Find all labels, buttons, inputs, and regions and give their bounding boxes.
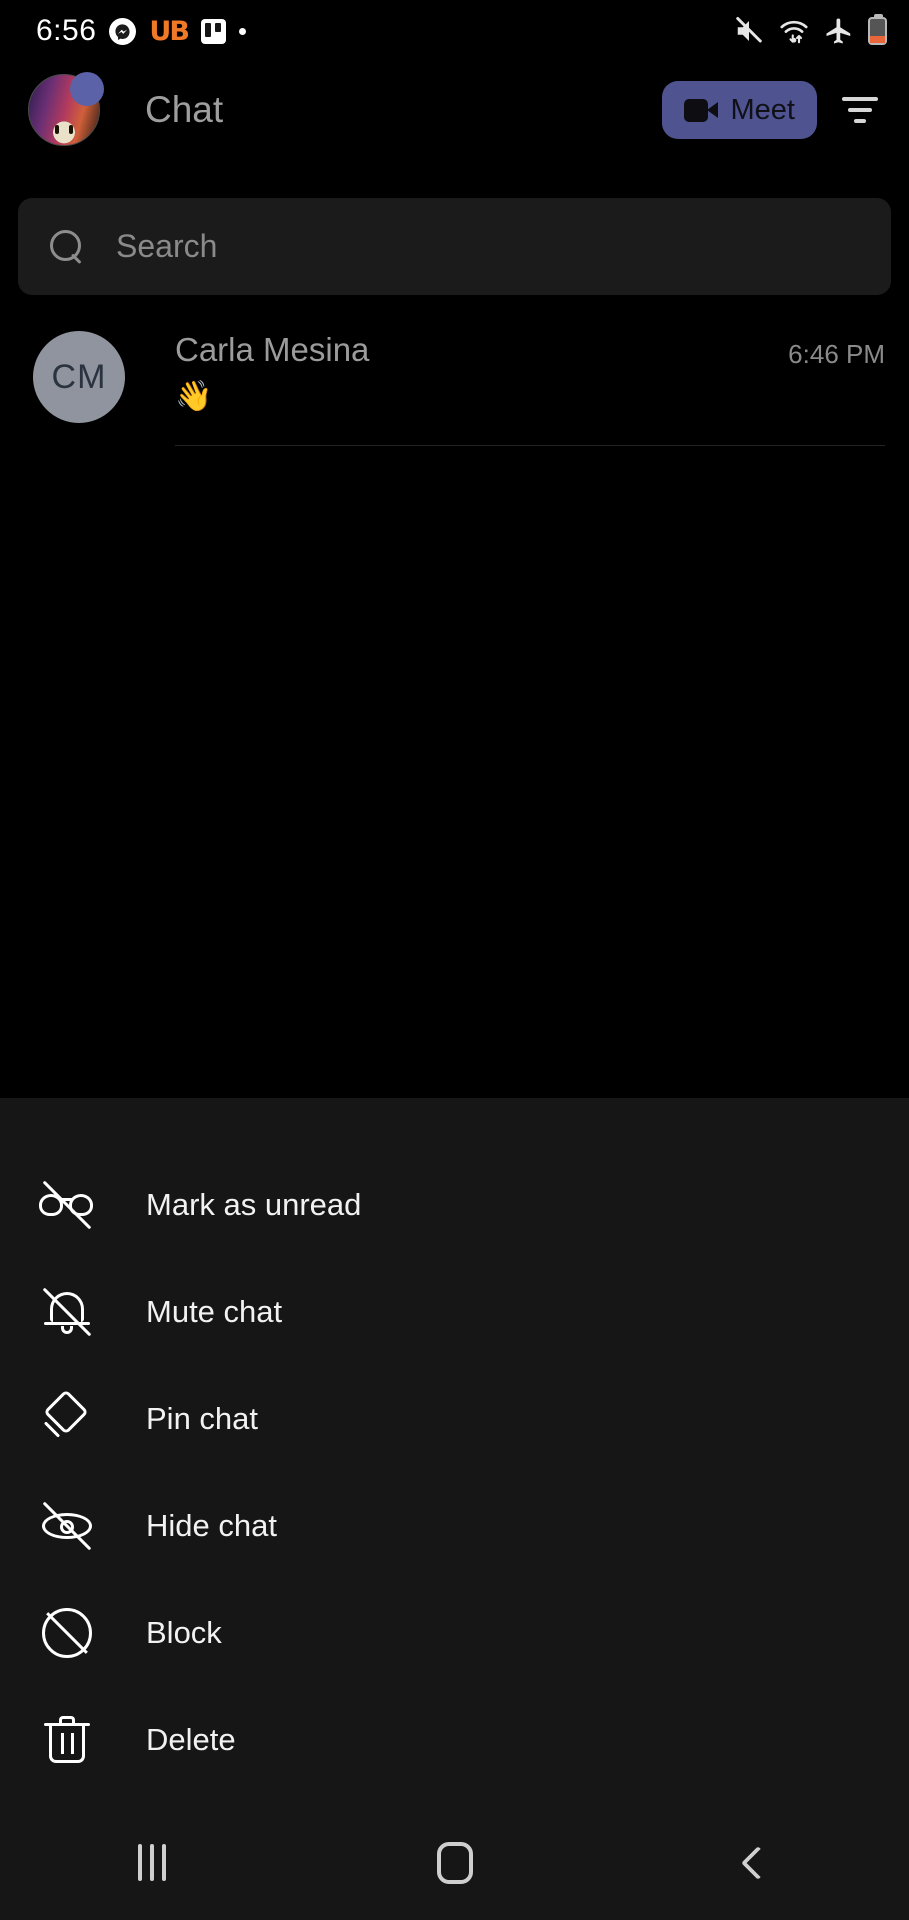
wifi-icon <box>780 20 808 44</box>
list-divider <box>175 445 885 446</box>
chat-contact-name: Carla Mesina <box>175 331 370 368</box>
status-time: 6:56 <box>36 14 97 47</box>
home-button[interactable] <box>303 1805 606 1920</box>
menu-item-label: Block <box>146 1614 222 1650</box>
context-menu-sheet: Mark as unread Mute chat Pin chat Hide c… <box>0 1098 909 1805</box>
mute-icon <box>736 17 762 43</box>
avatar-status-badge <box>70 72 104 106</box>
android-nav-bar <box>0 1805 909 1920</box>
messenger-icon <box>109 17 137 45</box>
chat-timestamp: 6:46 PM <box>788 339 885 369</box>
menu-item-label: Mark as unread <box>146 1186 362 1222</box>
status-bar-right <box>734 14 887 46</box>
status-bar: 6:56 UB <box>0 0 909 62</box>
menu-item-label: Delete <box>146 1721 236 1757</box>
chat-item-header: Carla Mesina 6:46 PM <box>175 331 885 370</box>
airplane-mode-icon <box>826 18 851 44</box>
video-camera-icon <box>683 98 718 122</box>
profile-avatar[interactable] <box>28 72 104 146</box>
menu-item-delete[interactable]: Delete <box>0 1686 909 1793</box>
recents-button[interactable] <box>0 1805 303 1920</box>
meet-button[interactable]: Meet <box>661 81 817 139</box>
menu-item-label: Mute chat <box>146 1293 283 1329</box>
back-button[interactable] <box>606 1805 909 1920</box>
glasses-off-icon <box>38 1176 96 1234</box>
dot-icon <box>238 27 246 35</box>
menu-item-hide-chat[interactable]: Hide chat <box>0 1472 909 1579</box>
chat-message-preview: 👋 <box>175 379 213 414</box>
menu-item-pin-chat[interactable]: Pin chat <box>0 1365 909 1472</box>
menu-item-mute-chat[interactable]: Mute chat <box>0 1258 909 1365</box>
search-placeholder: Search <box>116 228 218 264</box>
search-input[interactable]: Search <box>18 198 891 295</box>
battery-icon <box>868 14 887 45</box>
filter-icon[interactable] <box>829 79 891 141</box>
ub-app-icon: UB <box>149 15 189 47</box>
menu-item-label: Pin chat <box>146 1400 259 1436</box>
menu-item-mark-as-unread[interactable]: Mark as unread <box>0 1151 909 1258</box>
page-title: Chat <box>145 89 224 130</box>
recents-icon <box>137 1844 166 1881</box>
block-icon <box>38 1604 96 1662</box>
menu-item-label: Hide chat <box>146 1507 277 1543</box>
trash-icon <box>38 1711 96 1769</box>
avatar[interactable]: CM <box>33 331 125 423</box>
bell-off-icon <box>38 1283 96 1341</box>
meet-button-label: Meet <box>730 93 795 126</box>
status-bar-left: 6:56 UB <box>36 14 246 48</box>
trello-icon <box>200 18 226 44</box>
back-chevron-icon <box>740 1845 775 1880</box>
search-icon <box>50 229 84 264</box>
chat-list: CM Carla Mesina 6:46 PM 👋 <box>0 313 909 446</box>
eye-off-icon <box>38 1497 96 1555</box>
avatar-initials: CM <box>51 357 107 396</box>
pin-icon <box>38 1388 96 1448</box>
menu-item-block[interactable]: Block <box>0 1579 909 1686</box>
chat-item-content: Carla Mesina 6:46 PM 👋 <box>175 331 909 446</box>
chat-list-item[interactable]: CM Carla Mesina 6:46 PM 👋 <box>0 313 909 446</box>
phone-screen: 6:56 UB Chat Meet Search CM Carla Mesina… <box>0 0 909 1920</box>
home-icon <box>436 1841 473 1884</box>
app-header: Chat Meet <box>0 62 909 158</box>
